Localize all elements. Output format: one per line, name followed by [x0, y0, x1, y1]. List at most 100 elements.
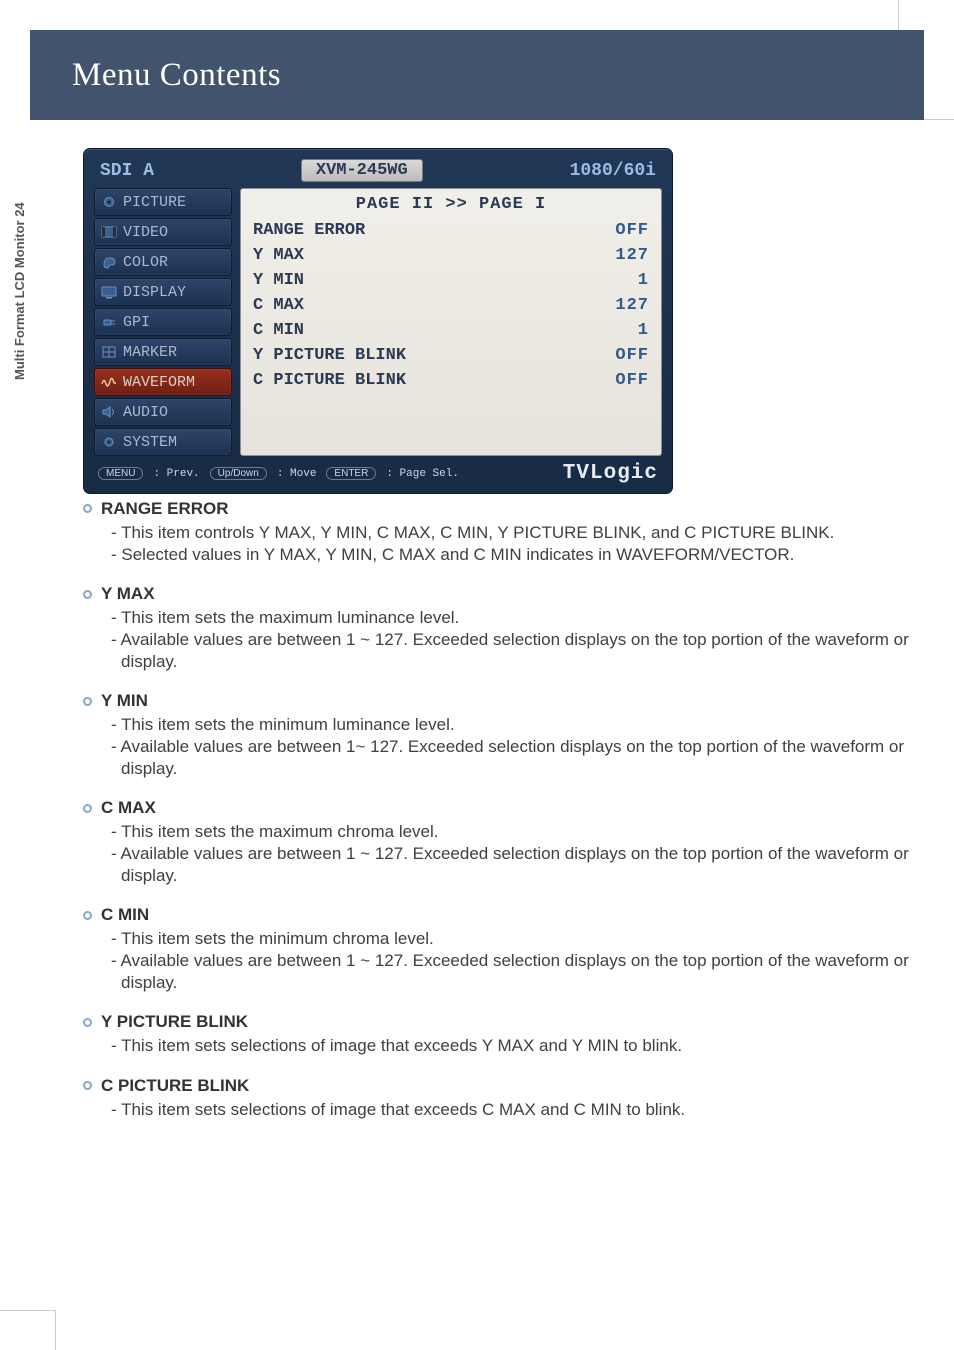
section-line: - This item sets the minimum chroma leve…	[121, 928, 914, 950]
menu-row-value: OFF	[615, 346, 649, 365]
bullet-icon	[83, 697, 92, 706]
updown-chip-text: : Move	[277, 468, 317, 480]
page-header: Menu Contents	[30, 30, 924, 120]
grid-icon	[101, 345, 117, 359]
sidebar-item-audio[interactable]: AUDIO	[94, 398, 232, 426]
osd-content: PAGE II >> PAGE I RANGE ERROROFFY MAX127…	[240, 188, 662, 456]
bullet-icon	[83, 1081, 92, 1090]
section-title-text: Y PICTURE BLINK	[101, 1011, 248, 1033]
section-line: - Available values are between 1 ~ 127. …	[121, 843, 914, 887]
section-body: - This item sets selections of image tha…	[83, 1035, 914, 1057]
menu-row[interactable]: Y MAX 127	[251, 243, 651, 268]
section-title-text: Y MAX	[101, 583, 155, 605]
cog-icon	[101, 435, 117, 449]
section-body: - This item sets the maximum luminance l…	[83, 607, 914, 672]
section: Y PICTURE BLINK- This item sets selectio…	[83, 1011, 914, 1057]
bullet-icon	[83, 590, 92, 599]
speaker-icon	[101, 405, 117, 419]
menu-row-value: 1	[638, 271, 649, 290]
wave-icon	[101, 375, 117, 389]
menu-row-value: OFF	[615, 221, 649, 240]
section-title: C MAX	[83, 797, 914, 819]
section-line: - Available values are between 1 ~ 127. …	[121, 629, 914, 673]
bullet-icon	[83, 804, 92, 813]
section-body: - This item controls Y MAX, Y MIN, C MAX…	[83, 522, 914, 566]
section-line: - This item sets the minimum luminance l…	[121, 714, 914, 736]
section-title-text: C MAX	[101, 797, 156, 819]
sidebar-item-picture[interactable]: PICTURE	[94, 188, 232, 216]
sidebar-item-label: GPI	[123, 314, 150, 331]
section: C PICTURE BLINK- This item sets selectio…	[83, 1075, 914, 1121]
sidebar-item-gpi[interactable]: GPI	[94, 308, 232, 336]
palette-icon	[101, 255, 117, 269]
menu-row-value: 127	[615, 296, 649, 315]
menu-row[interactable]: C PICTURE BLINKOFF	[251, 368, 651, 393]
menu-row-label: RANGE ERROR	[253, 221, 365, 240]
sidebar-item-waveform[interactable]: WAVEFORM	[94, 368, 232, 396]
section-line: - This item sets selections of image tha…	[121, 1099, 914, 1121]
enter-chip-text: : Page Sel.	[386, 468, 459, 480]
menu-row-label: Y MIN	[253, 271, 304, 290]
section-title-text: Y MIN	[101, 690, 148, 712]
menu-row-label: Y MAX	[253, 246, 304, 265]
menu-row[interactable]: C MIN 1	[251, 318, 651, 343]
section: RANGE ERROR- This item controls Y MAX, Y…	[83, 498, 914, 565]
menu-row[interactable]: C MAX127	[251, 293, 651, 318]
sidebar-item-system[interactable]: SYSTEM	[94, 428, 232, 456]
updown-chip: Up/Down	[210, 467, 267, 480]
section-line: - Selected values in Y MAX, Y MIN, C MAX…	[121, 544, 914, 566]
side-label: Multi Format LCD Monitor 24	[12, 202, 27, 380]
section-title: Y PICTURE BLINK	[83, 1011, 914, 1033]
menu-row-label: C MIN	[253, 321, 304, 340]
page-corner-bl	[0, 1310, 56, 1350]
section-title: Y MAX	[83, 583, 914, 605]
bullet-icon	[83, 1018, 92, 1027]
section-line: - This item sets the maximum chroma leve…	[121, 821, 914, 843]
section-body: - This item sets the minimum chroma leve…	[83, 928, 914, 993]
section-title: RANGE ERROR	[83, 498, 914, 520]
section-title-text: RANGE ERROR	[101, 498, 229, 520]
plug-icon	[101, 315, 117, 329]
section-line: - This item sets the maximum luminance l…	[121, 607, 914, 629]
section-title: Y MIN	[83, 690, 914, 712]
menu-chip-text: : Prev.	[153, 468, 199, 480]
osd-format: 1080/60i	[570, 161, 656, 181]
menu-row-value: OFF	[615, 371, 649, 390]
section: C MIN- This item sets the minimum chroma…	[83, 904, 914, 993]
osd-model: XVM-245WG	[301, 159, 423, 182]
enter-chip: ENTER	[326, 467, 376, 480]
section: Y MAX- This item sets the maximum lumina…	[83, 583, 914, 672]
sidebar-item-video[interactable]: VIDEO	[94, 218, 232, 246]
section: C MAX- This item sets the maximum chroma…	[83, 797, 914, 886]
osd-footer: MENU : Prev. Up/Down : Move ENTER : Page…	[94, 456, 662, 485]
sidebar-item-display[interactable]: DISPLAY	[94, 278, 232, 306]
sidebar-item-label: DISPLAY	[123, 284, 186, 301]
menu-row[interactable]: Y PICTURE BLINK OFF	[251, 343, 651, 368]
osd-panel: SDI A XVM-245WG 1080/60i PICTURE VIDEO COL…	[83, 148, 673, 494]
section: Y MIN- This item sets the minimum lumina…	[83, 690, 914, 779]
sidebar-item-label: MARKER	[123, 344, 177, 361]
sidebar-item-label: VIDEO	[123, 224, 168, 241]
menu-chip: MENU	[98, 467, 143, 480]
sidebar-item-color[interactable]: COLOR	[94, 248, 232, 276]
section-body: - This item sets selections of image tha…	[83, 1099, 914, 1121]
page-title: Menu Contents	[72, 57, 281, 94]
sidebar-item-label: WAVEFORM	[123, 374, 195, 391]
osd-source: SDI A	[100, 161, 154, 181]
bullet-icon	[83, 504, 92, 513]
section-line: - This item controls Y MAX, Y MIN, C MAX…	[121, 522, 914, 544]
bullet-icon	[83, 911, 92, 920]
gear-icon	[101, 195, 117, 209]
menu-row-label: Y PICTURE BLINK	[253, 346, 406, 365]
menu-row-value: 127	[615, 246, 649, 265]
sidebar-item-label: SYSTEM	[123, 434, 177, 451]
menu-row-value: 1	[638, 321, 649, 340]
film-icon	[101, 225, 117, 239]
section-title-text: C PICTURE BLINK	[101, 1075, 249, 1097]
sidebar-item-label: PICTURE	[123, 194, 186, 211]
monitor-icon	[101, 285, 117, 299]
sidebar-item-marker[interactable]: MARKER	[94, 338, 232, 366]
section-title: C PICTURE BLINK	[83, 1075, 914, 1097]
menu-row[interactable]: Y MIN 1	[251, 268, 651, 293]
menu-row[interactable]: RANGE ERROR OFF	[251, 218, 651, 243]
